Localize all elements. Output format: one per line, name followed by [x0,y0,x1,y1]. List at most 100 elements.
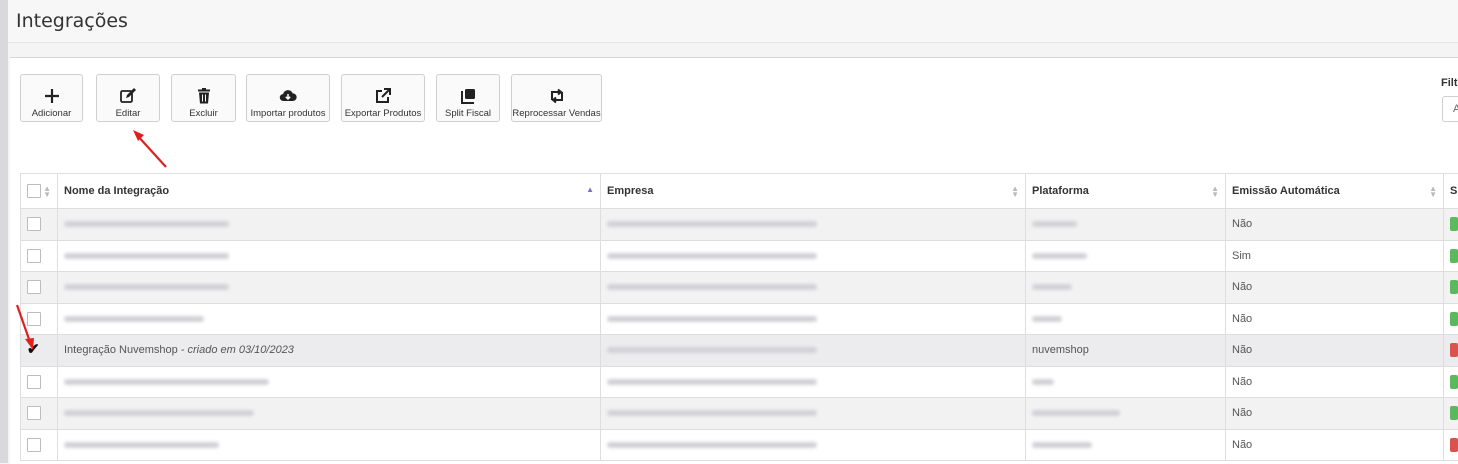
reprocess-sales-button[interactable]: Reprocessar Vendas [511,74,602,122]
blurred-text [64,316,204,322]
column-header-company-label: Empresa [607,185,653,197]
blurred-text [1032,253,1087,259]
blurred-text [607,253,817,259]
table-header-row: ▲▼ Nome da Integração ▲ Empresa ▲▼ Plata… [21,174,1458,209]
blurred-text [1032,379,1054,385]
status-indicator [1450,406,1458,420]
status-indicator [1450,438,1458,452]
split-fiscal-button-label: Split Fiscal [437,108,499,119]
blurred-text [1032,442,1092,448]
plus-icon [43,87,61,105]
delete-button-label: Excluir [172,108,235,119]
table-row[interactable]: Não [21,209,1458,241]
sort-icon[interactable]: ▲▼ [1011,186,1019,198]
status-indicator [1450,280,1458,294]
status-indicator [1450,312,1458,326]
retweet-icon [548,87,566,105]
external-link-icon [374,87,392,105]
add-button-label: Adicionar [21,108,82,119]
column-header-status[interactable]: S [1444,174,1458,209]
import-products-button-label[interactable]: Importar produtos [247,108,329,119]
blurred-text [607,316,817,322]
status-indicator [1450,375,1458,389]
blurred-text [1032,316,1062,322]
created-date: - criado em 03/10/2023 [181,344,294,356]
page-header: Integrações [8,0,1458,43]
auto-emission-cell: Sim [1226,240,1444,272]
auto-emission-cell: Não [1226,303,1444,335]
table-row[interactable]: Não [21,303,1458,335]
delete-button[interactable]: Excluir [171,74,236,122]
status-indicator [1450,249,1458,263]
left-strip [0,0,8,463]
column-header-auto-emission-label: Emissão Automática [1232,185,1340,197]
auto-emission-cell: Não [1226,272,1444,304]
table-row[interactable]: Não [21,398,1458,430]
auto-emission-cell: Não [1226,398,1444,430]
annotation-arrow-edit [128,125,172,173]
table-row[interactable]: Sim [21,240,1458,272]
integration-name: Integração Nuvemshop [64,344,178,356]
reprocess-sales-button-label: Reprocessar Vendas [512,108,601,119]
cloud-download-icon [279,87,297,105]
auto-emission-cell: Não [1226,335,1444,367]
column-header-platform-label: Plataforma [1032,185,1089,197]
page-title: Integrações [16,10,128,32]
sort-asc-icon[interactable]: ▲ [586,185,594,194]
auto-emission-cell: Não [1226,209,1444,241]
select-all-header: ▲▼ [21,174,58,209]
integration-name-cell: Integração Nuvemshop - criado em 03/10/2… [58,335,601,367]
integrations-table: ▲▼ Nome da Integração ▲ Empresa ▲▼ Plata… [20,173,1458,461]
auto-emission-cell: Não [1226,429,1444,461]
row-checkbox[interactable] [27,406,41,420]
filter-label: Filt [1441,77,1458,89]
row-checkbox[interactable] [27,217,41,231]
blurred-text [64,284,229,290]
row-checkbox[interactable] [27,249,41,263]
column-header-platform[interactable]: Plataforma ▲▼ [1026,174,1226,209]
status-indicator [1450,217,1458,231]
export-products-button[interactable]: Exportar Produtos [341,74,425,122]
column-header-auto-emission[interactable]: Emissão Automática ▲▼ [1226,174,1444,209]
blurred-text [607,221,817,227]
table-row[interactable]: Não [21,429,1458,461]
column-header-name[interactable]: Nome da Integração ▲ [58,174,601,209]
table-row[interactable]: Não [21,272,1458,304]
main-panel: Adicionar Editar Excluir Importar produt… [10,57,1458,464]
add-button[interactable]: Adicionar [20,74,83,122]
column-header-status-label: S [1450,185,1457,197]
blurred-text [607,347,817,353]
split-fiscal-button[interactable]: Split Fiscal [436,74,500,122]
sort-icon[interactable]: ▲▼ [1429,186,1437,198]
blurred-text [607,442,817,448]
table-row[interactable]: Não [21,366,1458,398]
row-checkbox[interactable] [27,438,41,452]
import-products-button[interactable]: Importar produtos [246,74,330,122]
row-checkbox[interactable] [27,280,41,294]
column-header-company[interactable]: Empresa ▲▼ [601,174,1026,209]
filter-select[interactable]: A [1442,96,1458,122]
table-row-selected[interactable]: ✔ Integração Nuvemshop - criado em 03/10… [21,335,1458,367]
blurred-text [1032,410,1120,416]
edit-icon [119,87,137,105]
status-indicator [1450,343,1458,357]
select-all-checkbox[interactable] [27,184,41,198]
edit-button-label: Editar [97,108,159,119]
blurred-text [64,221,229,227]
blurred-text [607,379,817,385]
blurred-text [64,253,229,259]
blurred-text [64,379,269,385]
trash-icon [195,87,213,105]
sort-icon[interactable]: ▲▼ [43,186,51,198]
column-header-name-label: Nome da Integração [64,185,169,197]
blurred-text [607,410,817,416]
annotation-arrow-checkbox [13,302,39,354]
edit-button[interactable]: Editar [96,74,160,122]
auto-emission-cell: Não [1226,366,1444,398]
sort-icon[interactable]: ▲▼ [1211,186,1219,198]
blurred-text [1032,284,1072,290]
export-products-button-label: Exportar Produtos [342,108,424,119]
blurred-text [64,442,219,448]
row-checkbox[interactable] [27,375,41,389]
platform-cell: nuvemshop [1026,335,1226,367]
